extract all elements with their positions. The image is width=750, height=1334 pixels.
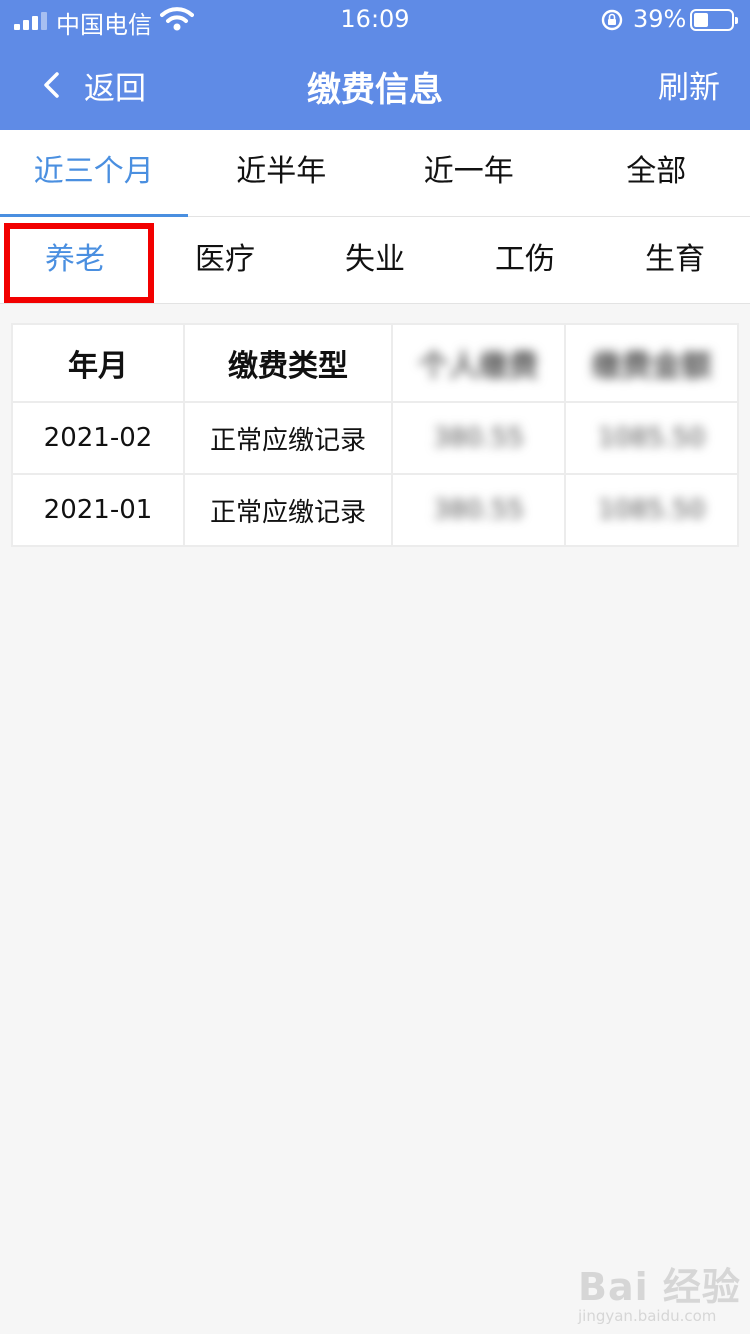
status-bar: 中国电信 16:09 39% (0, 0, 750, 40)
table-row: 2021-02 正常应缴记录 380.55 1085.50 (11, 401, 739, 475)
table-header-row: 年月 缴费类型 个人缴费 缴费金额 (11, 323, 739, 403)
tab-insurance-type[interactable]: 养老 (0, 217, 150, 303)
table-cell: 1085.50 (564, 401, 739, 475)
table-cell: 380.55 (391, 473, 566, 547)
tab-period[interactable]: 近一年 (375, 130, 563, 216)
back-button[interactable]: 返回 (40, 62, 146, 108)
table-cell: 正常应缴记录 (183, 473, 393, 547)
back-label: 返回 (84, 70, 146, 107)
tab-insurance-type[interactable]: 生育 (600, 217, 750, 303)
rotation-lock-icon (601, 9, 623, 31)
baidu-jingyan-watermark: Bai 经验 jingyan.baidu.com (578, 1256, 741, 1325)
tab-insurance-type[interactable]: 医疗 (150, 217, 300, 303)
table-row: 2021-01 正常应缴记录 380.55 1085.50 (11, 473, 739, 547)
battery-percent: 39% (633, 5, 687, 33)
insurance-type-tabs: 养老 医疗 失业 工伤 生育 (0, 217, 750, 304)
watermark-logo: Bai 经验 (578, 1265, 741, 1309)
table-cell: 正常应缴记录 (183, 401, 393, 475)
payment-table: 年月 缴费类型 个人缴费 缴费金额 2021-02 正常应缴记录 380.55 … (11, 323, 739, 547)
table-cell: 380.55 (391, 401, 566, 475)
tab-period[interactable]: 全部 (563, 130, 750, 216)
column-header: 个人缴费 (391, 323, 566, 403)
period-tabs: 近三个月 近半年 近一年 全部 (0, 130, 750, 217)
tab-period[interactable]: 近三个月 (0, 130, 188, 217)
refresh-button[interactable]: 刷新 (658, 62, 720, 107)
column-header: 缴费类型 (183, 323, 393, 403)
tab-insurance-type[interactable]: 失业 (300, 217, 450, 303)
battery-icon (690, 9, 738, 31)
tab-period[interactable]: 近半年 (188, 130, 376, 216)
table-cell: 1085.50 (564, 473, 739, 547)
chevron-left-icon (44, 72, 59, 98)
tab-insurance-type[interactable]: 工伤 (450, 217, 600, 303)
table-cell: 2021-01 (11, 473, 185, 547)
table-cell: 2021-02 (11, 401, 185, 475)
column-header: 缴费金额 (564, 323, 739, 403)
column-header: 年月 (11, 323, 185, 403)
top-bar: 中国电信 16:09 39% 返回 缴费信息 刷新 (0, 0, 750, 130)
